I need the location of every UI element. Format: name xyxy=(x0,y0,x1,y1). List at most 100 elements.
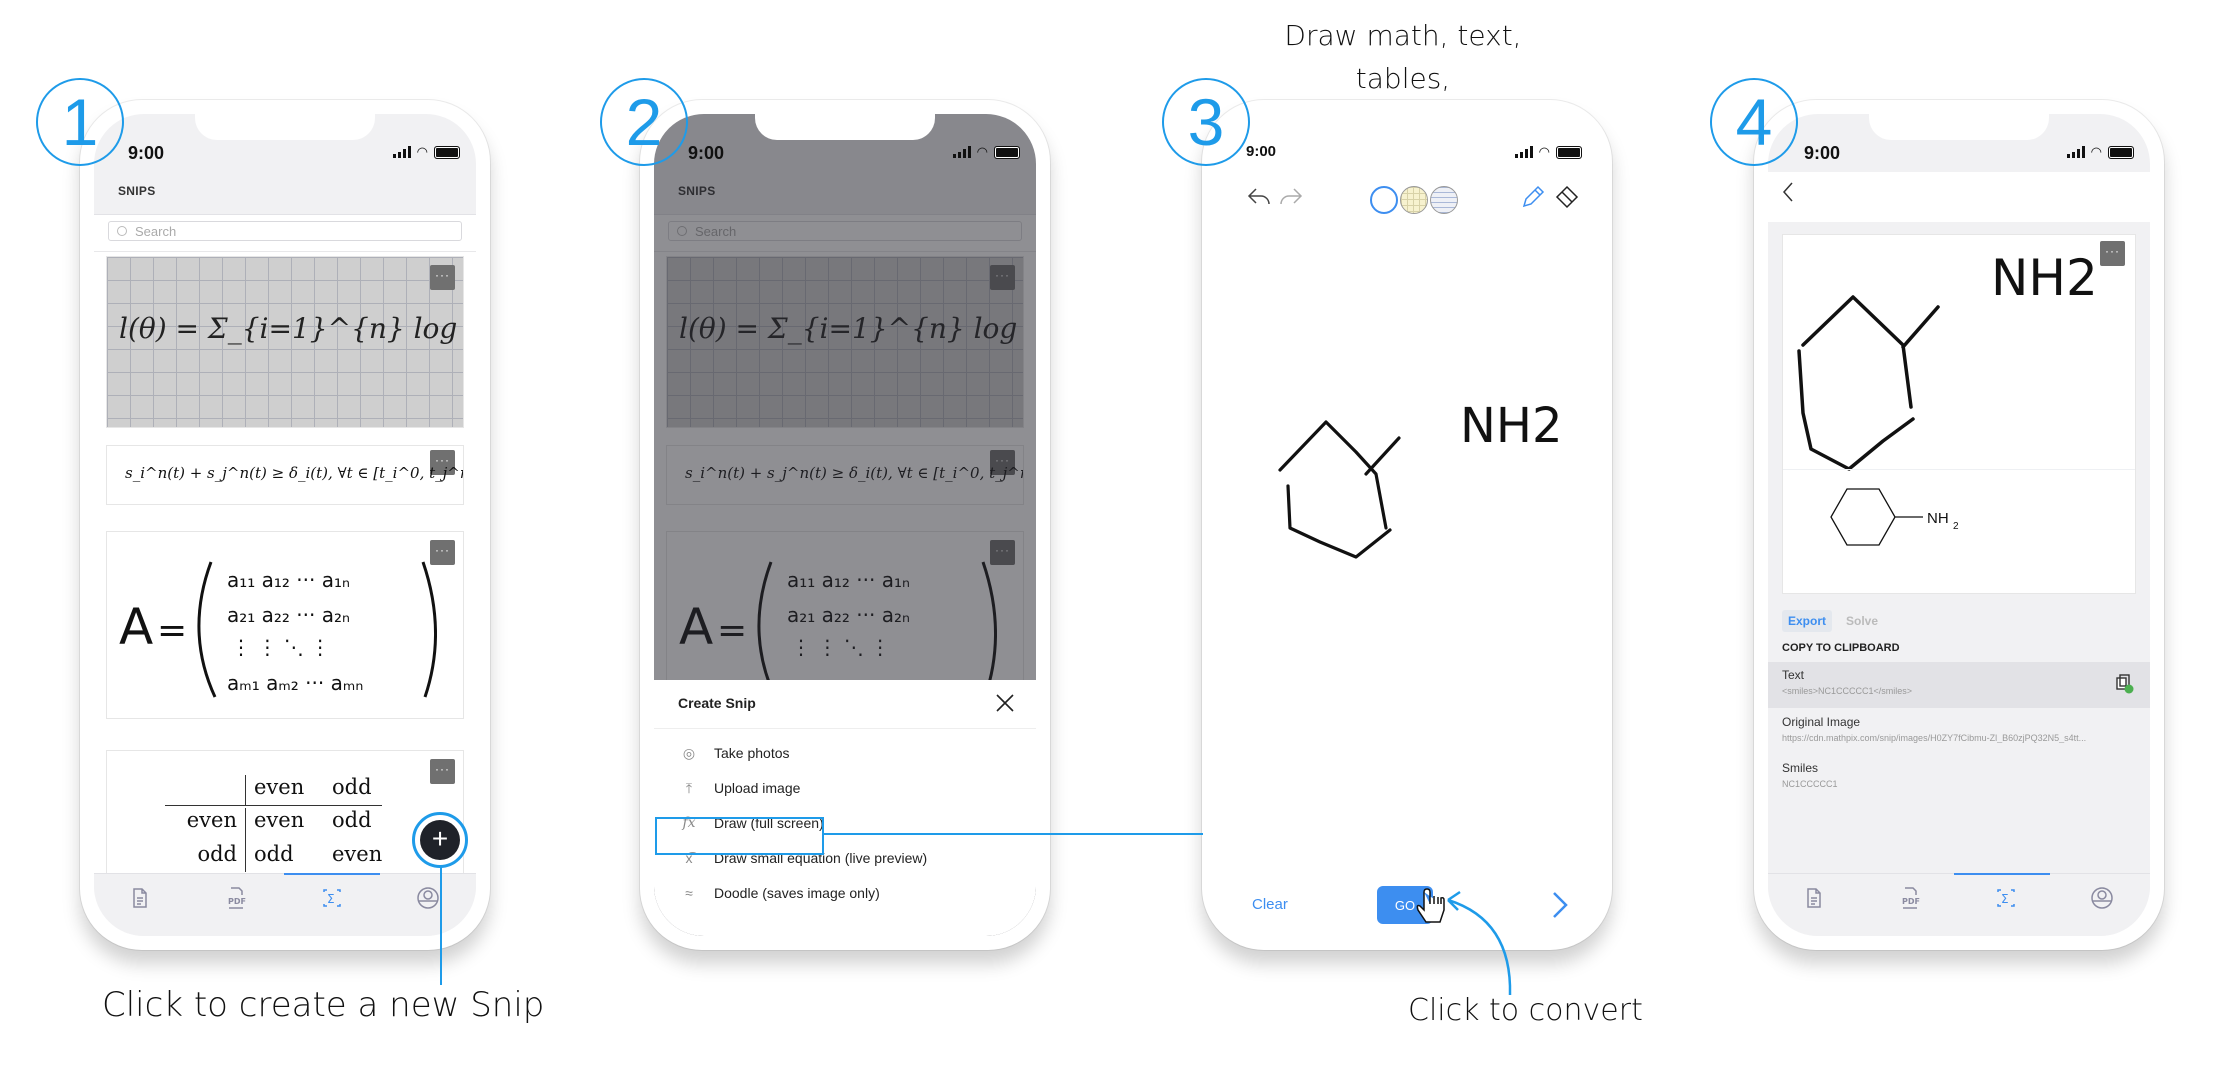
result-header xyxy=(1768,172,2150,222)
export-row-original-image[interactable]: Original Image https://cdn.mathpix.com/s… xyxy=(1768,709,2150,755)
svg-text:A: A xyxy=(119,598,153,656)
drawing-nh2-text: NH2 xyxy=(1460,398,1563,454)
pdf-icon: PDF xyxy=(228,887,246,909)
drawing-canvas[interactable]: NH2 xyxy=(1216,224,1598,874)
export-row-smiles[interactable]: Smiles NC1CCCCC1 xyxy=(1768,755,2150,801)
notch xyxy=(755,114,935,140)
row-label: Text xyxy=(1782,668,1805,682)
clear-button[interactable]: Clear xyxy=(1252,896,1288,913)
row-value: <smiles>NC1CCCCC1</smiles> xyxy=(1782,686,1913,696)
status-time: 9:00 xyxy=(1246,143,1277,160)
step-number-4: 4 xyxy=(1710,78,1798,166)
sigma-icon: Σ xyxy=(1997,889,2015,907)
document-icon xyxy=(133,888,147,908)
svg-text:Σ: Σ xyxy=(2001,892,2009,906)
sigma-icon: Σ xyxy=(323,889,341,907)
battery-icon xyxy=(434,145,460,159)
tab-account[interactable] xyxy=(416,886,440,910)
menu-item-upload-image[interactable]: ⤒ Upload image xyxy=(678,776,801,800)
snip-card[interactable]: ··· even odd even even odd odd odd even xyxy=(106,750,464,874)
copied-icon[interactable] xyxy=(2114,674,2134,694)
row-label: Smiles xyxy=(1782,761,1819,775)
original-drawing: NH2 xyxy=(1797,249,2098,471)
camera-icon: ◎ xyxy=(682,744,696,761)
menu-item-doodle[interactable]: ≈ Doodle (saves image only) xyxy=(678,881,880,905)
tab-pdf[interactable]: PDF xyxy=(1898,886,1922,910)
rendered-subscript: 2 xyxy=(1953,521,1959,532)
snip-content: l(θ) = Σ_{i=1}^{n} log p(x^{(i)}; θ) xyxy=(119,312,463,345)
doodle-icon: ≈ xyxy=(685,885,693,901)
snip-card[interactable]: ··· l(θ) = Σ_{i=1}^{n} log p(x^{(i)}; θ) xyxy=(106,256,464,428)
search-bar: Search xyxy=(94,215,476,252)
wifi-icon: ◠ xyxy=(1538,144,1550,159)
grid-background-option[interactable] xyxy=(1400,186,1428,214)
pencil-icon[interactable] xyxy=(1520,184,1546,210)
handwritten-drawing: NH2 xyxy=(1278,398,1563,559)
tab-bar: PDF Σ xyxy=(94,873,476,936)
battery-icon xyxy=(2108,145,2134,159)
snips-title: SNIPS xyxy=(118,184,156,198)
drawing-nh2-text: NH2 xyxy=(1991,249,2098,307)
tab-pdf[interactable]: PDF xyxy=(224,886,248,910)
back-icon[interactable] xyxy=(1780,180,1796,204)
connector-line xyxy=(823,833,1203,835)
result-screen: 9:00 ◠ ··· NH2 NH 2 Export Solve COPY TO… xyxy=(1768,114,2150,936)
new-snip-fab[interactable]: + xyxy=(412,812,468,868)
plus-icon: + xyxy=(420,820,460,860)
close-icon[interactable] xyxy=(994,692,1016,714)
row-label: Original Image xyxy=(1782,715,1861,729)
pdf-icon: PDF xyxy=(1902,887,1920,909)
callout-line xyxy=(440,865,442,985)
tab-documents[interactable] xyxy=(128,886,152,910)
redo-icon[interactable] xyxy=(1278,186,1304,206)
result-body: ··· NH2 NH 2 Export Solve COPY TO CLIPBO… xyxy=(1768,222,2150,874)
wifi-icon: ◠ xyxy=(2090,144,2102,159)
tab-account[interactable] xyxy=(2090,886,2114,910)
search-icon xyxy=(117,226,127,236)
signal-icon xyxy=(392,146,411,158)
undo-icon[interactable] xyxy=(1246,186,1272,206)
chevron-right-icon[interactable] xyxy=(1550,890,1570,920)
phone-step-3: 9:00 ◠ NH2 Clear GO xyxy=(1202,100,1612,950)
snips-header: SNIPS xyxy=(94,172,476,215)
draw-bottom-bar: Clear GO xyxy=(1216,874,1598,936)
row-value: https://cdn.mathpix.com/snip/images/H0ZY… xyxy=(1782,733,2087,743)
result-tabs: Export Solve xyxy=(1782,610,1884,632)
search-input[interactable]: Search xyxy=(108,221,462,241)
tab-export[interactable]: Export xyxy=(1782,610,1833,632)
tab-solve[interactable]: Solve xyxy=(1840,610,1884,632)
blank-background-option[interactable] xyxy=(1370,186,1398,214)
tab-bar: PDF Σ xyxy=(1768,873,2150,936)
battery-icon xyxy=(1556,145,1582,159)
upload-icon: ⤒ xyxy=(685,779,693,796)
active-tab-indicator xyxy=(1954,873,2050,875)
draw-screen: 9:00 ◠ NH2 Clear GO xyxy=(1216,114,1598,936)
copy-to-clipboard-label: COPY TO CLIPBOARD xyxy=(1782,642,1900,654)
tab-snips[interactable]: Σ xyxy=(1994,886,2018,910)
signal-icon xyxy=(2066,146,2085,158)
export-row-text[interactable]: Text <smiles>NC1CCCCC1</smiles> xyxy=(1768,662,2150,708)
snip-content: s_i^n(t) + s_j^n(t) ≥ δ_i(t), ∀t ∈ [t_i^… xyxy=(125,464,464,482)
svg-text:aₘ₁ aₘ₂ ··· aₘₙ: aₘ₁ aₘ₂ ··· aₘₙ xyxy=(227,671,363,695)
snip-card[interactable]: ··· A = a₁₁ a₁₂ ··· a₁ₙ a₂₁ a₂₂ ··· a₂ₙ … xyxy=(106,531,464,719)
more-options-button[interactable]: ··· xyxy=(430,759,455,784)
row-value: NC1CCCCC1 xyxy=(1782,779,1838,789)
wifi-icon: ◠ xyxy=(416,144,428,159)
notch xyxy=(1317,114,1497,140)
rendered-structure: NH 2 xyxy=(1830,488,1959,546)
active-tab-indicator xyxy=(284,873,380,875)
tab-documents[interactable] xyxy=(1802,886,1826,910)
lined-background-option[interactable] xyxy=(1430,186,1458,214)
snip-card[interactable]: ··· s_i^n(t) + s_j^n(t) ≥ δ_i(t), ∀t ∈ [… xyxy=(106,445,464,505)
draw-toolbar xyxy=(1216,172,1598,224)
wifi-icon: ◠ xyxy=(976,144,988,159)
svg-text:PDF: PDF xyxy=(228,897,246,906)
menu-item-take-photos[interactable]: ◎ Take photos xyxy=(678,741,790,765)
sheet-divider xyxy=(654,728,1036,729)
status-time: 9:00 xyxy=(688,143,725,163)
sheet-title: Create Snip xyxy=(678,695,756,711)
tab-snips[interactable]: Σ xyxy=(320,886,344,910)
more-options-button[interactable]: ··· xyxy=(430,265,455,290)
snips-screen-with-sheet: 9:00 ◠ SNIPS Search ··· l(θ) = Σ_{i=1}^{… xyxy=(654,114,1036,936)
eraser-icon[interactable] xyxy=(1554,184,1580,210)
